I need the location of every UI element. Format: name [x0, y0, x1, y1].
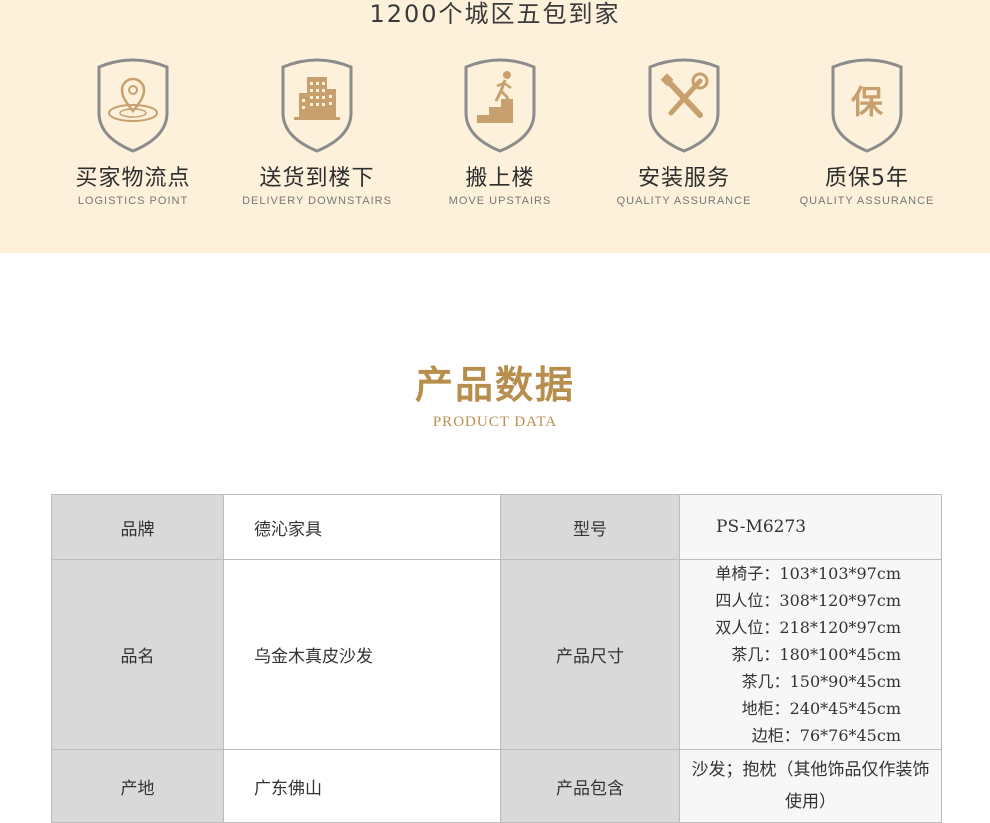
service-installation: 安装服务 QUALITY ASSURANCE: [594, 55, 774, 208]
list-item: 地柜：240*45*45cm: [741, 699, 901, 718]
list-item: 边柜：76*76*45cm: [751, 726, 901, 745]
list-item: 茶几：180*100*45cm: [731, 645, 901, 664]
stairs-person-icon: [464, 58, 536, 153]
brand-label: 品牌: [51, 494, 224, 560]
service-title: 质保5年: [825, 166, 909, 191]
guarantee-icon: 保: [831, 58, 903, 153]
service-title: 送货到楼下: [259, 166, 375, 191]
guarantee-glyph: 保: [851, 83, 884, 121]
table-row: 品名 乌金木真皮沙发 产品尺寸 单椅子：103*103*97cm 四人位：308…: [51, 559, 942, 750]
size-value: 单椅子：103*103*97cm 四人位：308*120*97cm 双人位：21…: [679, 559, 942, 750]
location-pin-icon: [97, 58, 169, 153]
service-title: 搬上楼: [465, 166, 535, 191]
service-subtitle: DELIVERY DOWNSTAIRS: [242, 195, 392, 207]
includes-label: 产品包含: [500, 749, 680, 823]
size-label: 产品尺寸: [500, 559, 680, 750]
service-title: 安装服务: [637, 166, 730, 191]
list-item: 双人位：218*120*97cm: [715, 618, 901, 637]
service-subtitle: QUALITY ASSURANCE: [799, 195, 935, 207]
list-item: 茶几：150*90*45cm: [741, 672, 901, 691]
service-banner: 1200个城区五包到家 买家物流点 LOGISTICS POINT 送货到楼下 …: [0, 0, 990, 253]
building-icon: [281, 58, 353, 153]
list-item: 单椅子：103*103*97cm: [715, 564, 901, 583]
section-subtitle: PRODUCT DATA: [432, 414, 558, 430]
service-subtitle: QUALITY ASSURANCE: [616, 195, 752, 207]
service-title: 买家物流点: [75, 166, 191, 191]
service-subtitle: LOGISTICS POINT: [77, 195, 189, 207]
origin-value: 广东佛山: [223, 749, 501, 823]
banner-headline: 1200个城区五包到家: [369, 0, 621, 28]
brand-value: 德沁家具: [223, 494, 501, 560]
tools-icon: [648, 58, 720, 153]
service-warranty: 保 质保5年 QUALITY ASSURANCE: [777, 55, 957, 208]
table-row: 品牌 德沁家具 型号 PS-M6273: [51, 494, 942, 560]
service-subtitle: MOVE UPSTAIRS: [448, 195, 552, 207]
service-delivery-downstairs: 送货到楼下 DELIVERY DOWNSTAIRS: [227, 55, 407, 208]
name-value: 乌金木真皮沙发: [223, 559, 501, 750]
service-logistics-point: 买家物流点 LOGISTICS POINT: [43, 55, 223, 208]
section-title: 产品数据: [414, 362, 575, 407]
model-label: 型号: [500, 494, 680, 560]
size-list: 单椅子：103*103*97cm 四人位：308*120*97cm 双人位：21…: [680, 560, 941, 749]
includes-value: 沙发；抱枕（其他饰品仅作装饰使用）: [679, 749, 942, 823]
origin-label: 产地: [51, 749, 224, 823]
product-data-table: 品牌 德沁家具 型号 PS-M6273 品名 乌金木真皮沙发 产品尺寸 单椅子：…: [51, 494, 942, 823]
list-item: 四人位：308*120*97cm: [715, 591, 901, 610]
service-move-upstairs: 搬上楼 MOVE UPSTAIRS: [410, 55, 590, 208]
name-label: 品名: [51, 559, 224, 750]
table-row: 产地 广东佛山 产品包含 沙发；抱枕（其他饰品仅作装饰使用）: [51, 749, 942, 823]
model-value: PS-M6273: [679, 494, 942, 560]
